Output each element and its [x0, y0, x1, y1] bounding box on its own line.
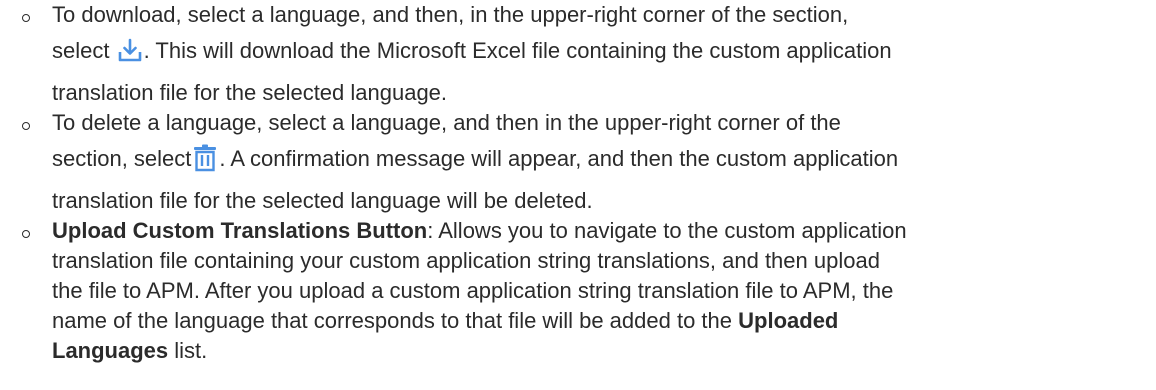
upload-term: Upload Custom Translations Button — [52, 218, 428, 243]
upload-line-4-text: name of the language that corresponds to… — [52, 308, 733, 333]
delete-line-3: translation file for the selected langua… — [52, 188, 593, 213]
download-line-2-rest: . This will download the Microsoft Excel… — [143, 38, 892, 63]
download-line-3: translation file for the selected langua… — [52, 80, 448, 105]
download-select-text: select — [52, 38, 110, 63]
delete-line-2: section, select . A confirmation message… — [52, 138, 1144, 186]
upload-line-1: Upload Custom Translations Button: Allow… — [52, 216, 1144, 246]
languages-term: Languages — [52, 338, 169, 363]
bullet-list: To download, select a language, and then… — [0, 0, 1156, 366]
upload-line-1-rest: : Allows you to navigate to the custom a… — [427, 218, 907, 243]
upload-line-4: name of the language that corresponds to… — [52, 306, 1144, 336]
list-item-upload: Upload Custom Translations Button: Allow… — [0, 216, 1156, 366]
download-line-1: To download, select a language, and then… — [52, 2, 849, 27]
upload-line-3: the file to APM. After you upload a cust… — [52, 278, 894, 303]
list-item-download: To download, select a language, and then… — [0, 0, 1156, 108]
upload-line-2: translation file containing your custom … — [52, 248, 880, 273]
delete-select-text: section, select — [52, 146, 192, 171]
document: To download, select a language, and then… — [0, 0, 1156, 390]
delete-line-2-rest: . A confirmation message will appear, an… — [219, 146, 899, 171]
download-icon — [117, 36, 143, 78]
download-line-2: select . This will download the Microsof… — [52, 30, 1144, 78]
list-word: list. — [168, 338, 208, 363]
upload-line-5: Languages list. — [52, 336, 1144, 366]
uploaded-term: Uploaded — [738, 308, 839, 333]
trash-icon — [192, 144, 218, 186]
delete-line-1: To delete a language, select a language,… — [52, 110, 841, 135]
list-item-delete: To delete a language, select a language,… — [0, 108, 1156, 216]
